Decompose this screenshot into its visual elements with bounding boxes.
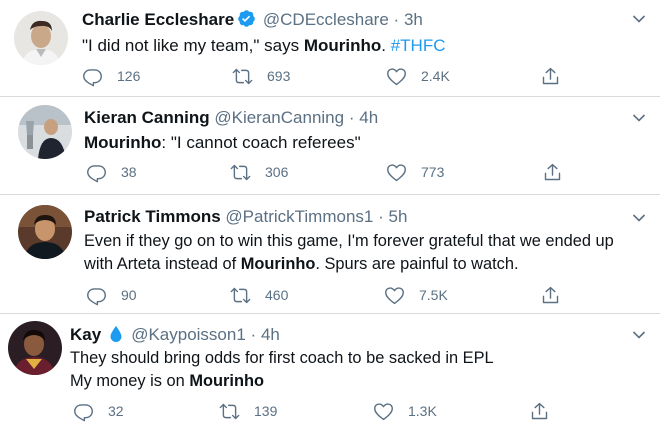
share-button[interactable]: [529, 400, 550, 422]
tweet-actions: 38 306 773: [86, 161, 566, 183]
retweet-count: 693: [267, 68, 291, 84]
reply-icon: [87, 287, 106, 305]
retweet-count: 460: [265, 287, 289, 303]
tweet-actions: 32 139 1.3K: [73, 400, 553, 422]
like-count: 1.3K: [408, 403, 437, 419]
reply-button[interactable]: 90: [86, 284, 137, 306]
reply-button[interactable]: 126: [82, 65, 140, 87]
caret-down-icon[interactable]: [632, 14, 646, 24]
like-icon: [387, 67, 406, 85]
display-name[interactable]: Kay: [70, 325, 101, 344]
reply-count: 126: [117, 68, 141, 84]
caret-down-icon[interactable]: [632, 330, 646, 340]
retweet-icon: [219, 403, 240, 419]
reply-button[interactable]: 32: [73, 400, 124, 422]
share-icon: [542, 286, 559, 303]
share-button[interactable]: [540, 65, 561, 87]
reply-icon: [83, 68, 102, 86]
avatar[interactable]: [14, 11, 68, 65]
like-button[interactable]: 7.5K: [384, 284, 448, 306]
retweet-button[interactable]: 693: [232, 65, 290, 87]
like-icon: [374, 402, 393, 420]
tweet-text: Even if they go on to win this game, I'm…: [84, 232, 614, 273]
tweet-text: They should bring odds for first coach t…: [70, 349, 494, 390]
share-icon: [542, 67, 559, 84]
retweet-count: 139: [254, 403, 278, 419]
verified-badge-icon: [237, 9, 256, 33]
like-button[interactable]: 773: [386, 161, 444, 183]
like-count: 773: [421, 164, 445, 180]
user-handle[interactable]: @CDEccleshare: [263, 10, 389, 29]
timestamp[interactable]: 4h: [359, 108, 378, 127]
like-count: 2.4K: [421, 68, 450, 84]
tweet-actions: 90 460 7.5K: [86, 284, 566, 306]
reply-count: 38: [121, 164, 137, 180]
share-icon: [544, 163, 561, 180]
like-icon: [385, 286, 404, 304]
like-button[interactable]: 2.4K: [386, 65, 450, 87]
tweet-text: "I did not like my team," says Mourinho.…: [82, 36, 446, 55]
tweet-header: Kieran Canning @KieranCanning · 4h: [84, 108, 379, 127]
share-button[interactable]: [540, 284, 561, 306]
tweet-kay[interactable]: Kay @Kaypoisson1 · 4h They should bring o…: [0, 314, 660, 431]
water-drop-icon: [109, 325, 123, 348]
tweet-text: Mourinho: "I cannot coach referees": [84, 133, 361, 152]
user-handle[interactable]: @KieranCanning: [214, 108, 344, 127]
retweet-button[interactable]: 139: [219, 400, 277, 422]
tweet-patrick-timmons[interactable]: Patrick Timmons @PatrickTimmons1 · 5h Ev…: [0, 195, 660, 313]
reply-count: 90: [121, 287, 137, 303]
like-icon: [387, 163, 406, 181]
timestamp[interactable]: 5h: [389, 207, 408, 226]
timestamp[interactable]: 4h: [261, 325, 280, 344]
hashtag-link[interactable]: #THFC: [391, 36, 446, 55]
user-handle[interactable]: @PatrickTimmons1: [225, 207, 373, 226]
share-icon: [531, 402, 548, 419]
like-count: 7.5K: [419, 287, 448, 303]
display-name[interactable]: Charlie Eccleshare: [82, 10, 234, 29]
retweet-button[interactable]: 460: [230, 284, 288, 306]
reply-icon: [74, 403, 93, 421]
avatar[interactable]: [8, 321, 62, 375]
avatar[interactable]: [18, 105, 72, 159]
timestamp[interactable]: 3h: [404, 10, 423, 29]
retweet-count: 306: [265, 164, 289, 180]
caret-down-icon[interactable]: [632, 213, 646, 223]
reply-button[interactable]: 38: [86, 161, 137, 183]
share-button[interactable]: [542, 161, 563, 183]
tweet-kieran-canning[interactable]: Kieran Canning @KieranCanning · 4h Mouri…: [0, 97, 660, 194]
like-button[interactable]: 1.3K: [373, 400, 437, 422]
display-name[interactable]: Patrick Timmons: [84, 207, 221, 226]
retweet-icon: [230, 164, 251, 180]
tweet-header: Charlie Eccleshare @CDEccleshare · 3h: [82, 9, 423, 33]
retweet-button[interactable]: 306: [230, 161, 288, 183]
reply-icon: [87, 164, 106, 182]
retweet-icon: [230, 287, 251, 303]
tweet-header: Kay @Kaypoisson1 · 4h: [70, 325, 280, 348]
tweet-header: Patrick Timmons @PatrickTimmons1 · 5h: [84, 207, 408, 226]
display-name[interactable]: Kieran Canning: [84, 108, 210, 127]
tweet-charlie-eccleshare[interactable]: Charlie Eccleshare @CDEccleshare · 3h "I…: [0, 0, 660, 96]
avatar[interactable]: [18, 205, 72, 259]
reply-count: 32: [108, 403, 124, 419]
tweet-actions: 126 693 2.4K: [82, 65, 562, 87]
user-handle[interactable]: @Kaypoisson1: [131, 325, 246, 344]
retweet-icon: [232, 68, 253, 84]
caret-down-icon[interactable]: [632, 113, 646, 123]
